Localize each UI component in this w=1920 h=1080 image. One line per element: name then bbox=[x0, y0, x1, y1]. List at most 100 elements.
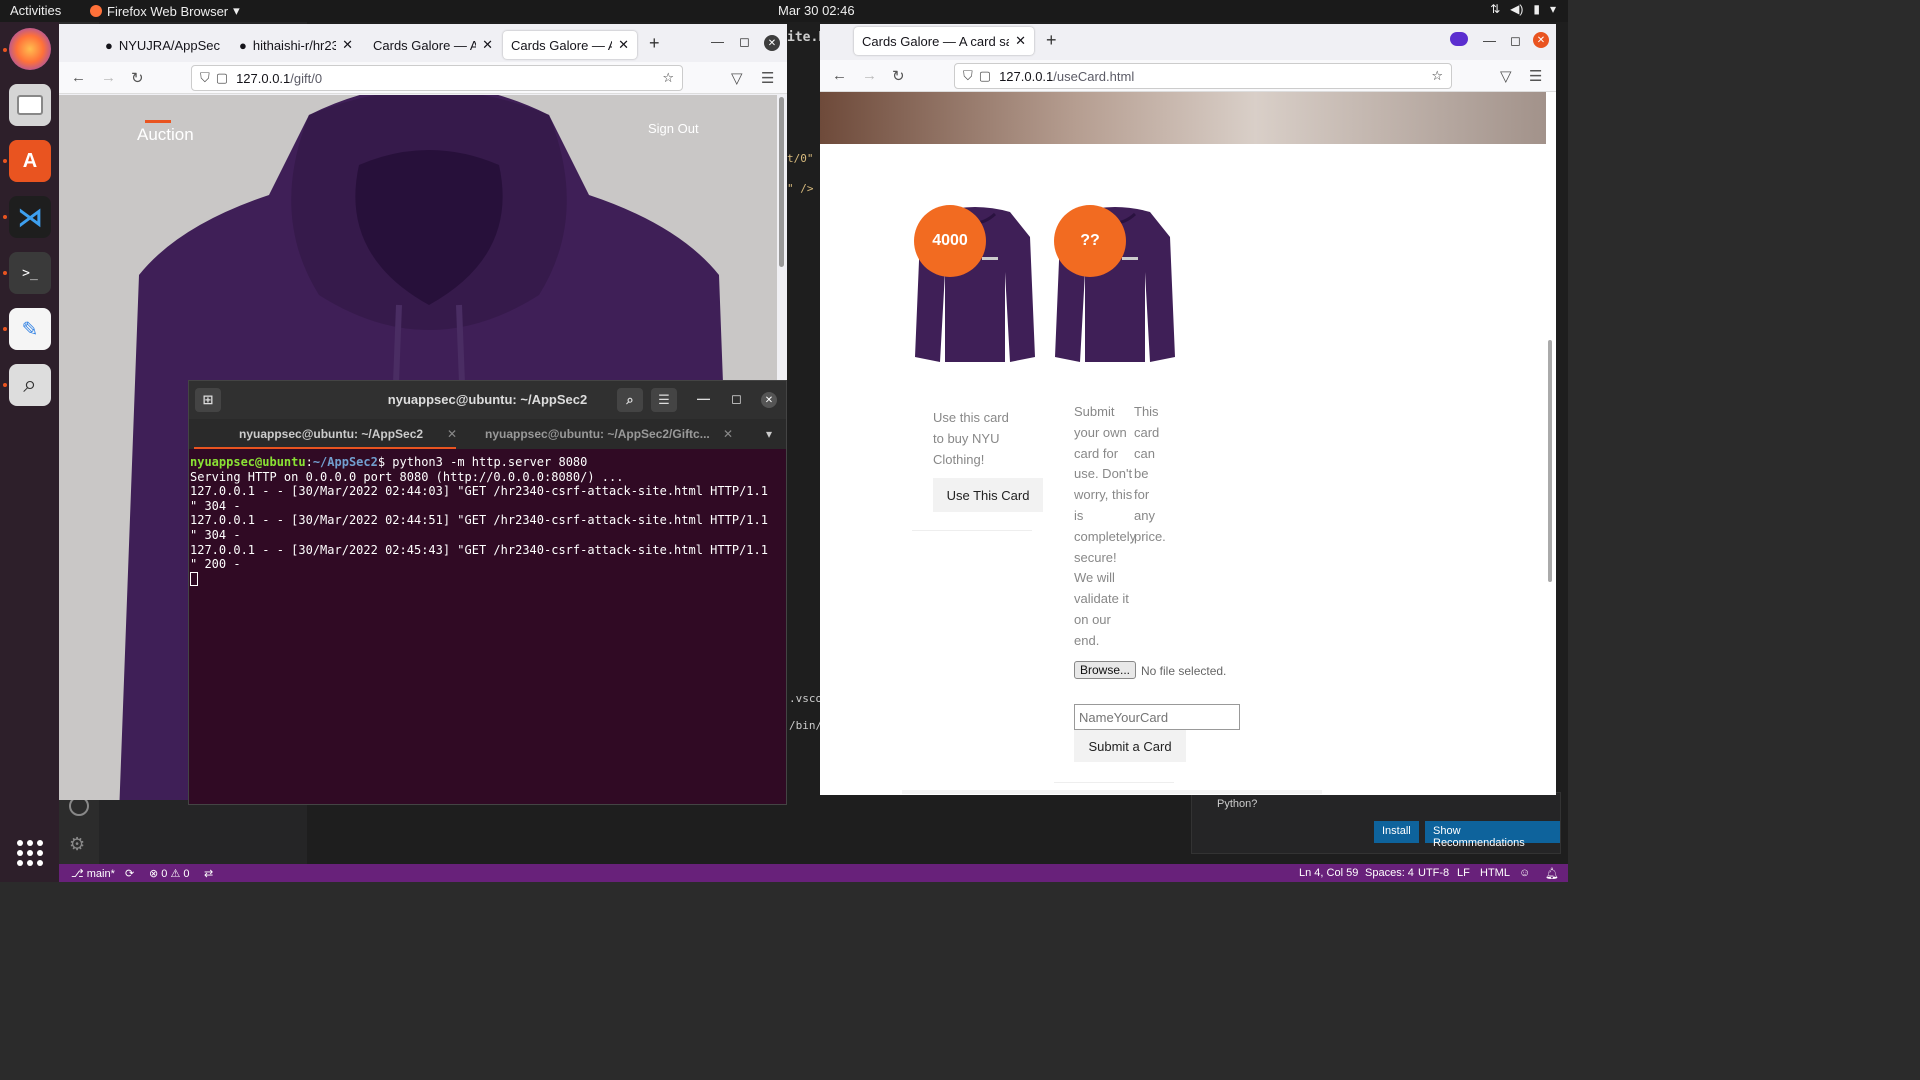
page-scrollbar[interactable] bbox=[1548, 340, 1552, 582]
navigation-bar: ← → ↻ ⛉ ▢ 127.0.0.1/useCard.html ☆ ▽ ☰ bbox=[820, 60, 1556, 92]
software-center-icon[interactable]: A bbox=[9, 140, 51, 182]
terminal-tab-2[interactable]: nyuappsec@ubuntu: ~/AppSec2/Giftc... bbox=[485, 427, 710, 441]
bookmark-star-icon[interactable]: ☆ bbox=[662, 70, 674, 86]
tab-github-nyujra[interactable]: ● NYUJRA/AppSec bbox=[97, 31, 229, 59]
forward-arrow-icon[interactable]: → bbox=[101, 69, 116, 86]
cursor-position[interactable]: Ln 4, Col 59 bbox=[1299, 867, 1358, 879]
shield-icon[interactable]: ⛉ bbox=[963, 68, 973, 84]
menu-icon[interactable]: ☰ bbox=[651, 388, 677, 412]
desc-line: card bbox=[1134, 424, 1160, 440]
maximize-icon[interactable]: ◻ bbox=[731, 391, 742, 407]
close-window-icon[interactable]: ✕ bbox=[761, 392, 777, 408]
desc-line: can bbox=[1134, 445, 1155, 461]
minimize-icon[interactable]: — bbox=[711, 34, 724, 49]
problems-status[interactable]: ⊗ 0 ⚠ 0 bbox=[149, 867, 189, 880]
firefox-icon[interactable] bbox=[9, 28, 51, 70]
brand-underline bbox=[145, 120, 171, 123]
hamburger-menu-icon[interactable]: ☰ bbox=[1529, 67, 1542, 85]
running-indicator bbox=[3, 48, 7, 52]
desc-line: worry, this bbox=[1074, 487, 1133, 503]
tab-cards-galore[interactable]: Cards Galore — A ca ✕ bbox=[365, 31, 501, 59]
bookmark-star-icon[interactable]: ☆ bbox=[1431, 68, 1443, 84]
output-line: 127.0.0.1 - - [30/Mar/2022 02:44:51] "GE… bbox=[190, 513, 768, 528]
new-tab-icon[interactable]: + bbox=[649, 33, 660, 54]
reload-icon[interactable]: ↻ bbox=[892, 67, 905, 85]
maximize-icon[interactable]: ◻ bbox=[739, 34, 750, 50]
shield-icon[interactable]: ⛉ bbox=[200, 70, 210, 86]
brand-auction-link[interactable]: Auction bbox=[137, 125, 194, 145]
desc-line: completely bbox=[1074, 528, 1137, 544]
vscode-icon[interactable]: ⋊ bbox=[9, 196, 51, 238]
feedback-icon[interactable]: ☺ bbox=[1519, 867, 1530, 879]
page-scrollbar[interactable] bbox=[779, 97, 784, 267]
encoding[interactable]: UTF-8 bbox=[1418, 867, 1449, 879]
close-window-icon[interactable]: ✕ bbox=[1533, 32, 1549, 48]
back-arrow-icon[interactable]: ← bbox=[832, 67, 847, 84]
hamburger-menu-icon[interactable]: ☰ bbox=[761, 69, 774, 87]
tab-close-icon[interactable]: ✕ bbox=[618, 37, 629, 53]
files-icon[interactable] bbox=[9, 84, 51, 126]
show-recommendations-button[interactable]: Show Recommendations bbox=[1425, 821, 1560, 849]
text-editor-icon[interactable]: ✎ bbox=[9, 308, 51, 350]
toast-question: Python? bbox=[1217, 798, 1258, 810]
url-bar[interactable]: ⛉ ▢ 127.0.0.1/gift/0 ☆ bbox=[191, 65, 683, 91]
running-indicator bbox=[3, 327, 7, 331]
system-tray[interactable]: ⇅ ◀) ▮ ▾ bbox=[1490, 2, 1556, 16]
search-icon[interactable]: ⌕ bbox=[617, 388, 643, 412]
use-this-card-button[interactable]: Use This Card bbox=[933, 478, 1043, 512]
back-arrow-icon[interactable]: ← bbox=[71, 69, 86, 86]
url-path: /useCard.html bbox=[1053, 68, 1135, 84]
line-ending[interactable]: LF bbox=[1457, 867, 1470, 879]
active-tab-indicator bbox=[194, 447, 456, 449]
terminal-icon[interactable]: >_ bbox=[9, 252, 51, 294]
terminal-tab-1[interactable]: nyuappsec@ubuntu: ~/AppSec2 bbox=[239, 427, 423, 441]
tabs-dropdown-icon[interactable]: ▾ bbox=[766, 427, 772, 441]
settings-gear-icon[interactable]: ⚙ bbox=[69, 834, 85, 855]
url-bar[interactable]: ⛉ ▢ 127.0.0.1/useCard.html ☆ bbox=[954, 63, 1452, 89]
terminal-peek-line: .vsco bbox=[789, 692, 823, 705]
tab-cards-galore-active[interactable]: Cards Galore — A ca ✕ bbox=[503, 31, 637, 59]
minimize-icon[interactable]: — bbox=[697, 391, 710, 406]
submit-card-button[interactable]: Submit a Card bbox=[1074, 730, 1186, 762]
reload-icon[interactable]: ↻ bbox=[131, 69, 144, 87]
private-browsing-icon bbox=[1450, 32, 1468, 46]
branch-status[interactable]: ⎇ main* bbox=[71, 867, 115, 880]
screenshot-magnifier-icon[interactable]: ⌕ bbox=[9, 364, 51, 406]
tab-close-icon[interactable]: ✕ bbox=[723, 427, 733, 441]
sync-icon[interactable]: ⟳ bbox=[125, 867, 134, 880]
app-menu[interactable]: Firefox Web Browser ▾ bbox=[90, 3, 240, 19]
tab-close-icon[interactable]: ✕ bbox=[447, 427, 457, 441]
live-share-icon[interactable]: ⇄ bbox=[204, 867, 213, 880]
file-browse-button[interactable]: Browse... bbox=[1074, 661, 1137, 679]
tab-close-icon[interactable]: ✕ bbox=[342, 37, 353, 53]
tab-github-hithaishi[interactable]: ● hithaishi-r/hr234 ✕ bbox=[231, 31, 361, 59]
maximize-icon[interactable]: ◻ bbox=[1510, 33, 1521, 49]
page-info-icon[interactable]: ▢ bbox=[979, 68, 991, 84]
indentation[interactable]: Spaces: 4 bbox=[1365, 867, 1414, 879]
code-peek-line: t/0" bbox=[787, 152, 814, 165]
activities-button[interactable]: Activities bbox=[10, 3, 61, 18]
new-tab-icon[interactable]: + bbox=[1046, 30, 1057, 51]
minimize-icon[interactable]: — bbox=[1483, 33, 1496, 48]
page-info-icon[interactable]: ▢ bbox=[216, 70, 228, 86]
sign-out-link[interactable]: Sign Out bbox=[648, 121, 699, 136]
tab-close-icon[interactable]: ✕ bbox=[1015, 33, 1026, 49]
notifications-icon[interactable]: 🔔︎ bbox=[1545, 867, 1559, 880]
desc-line: Use this card bbox=[933, 410, 1009, 425]
code-peek-line: " /> bbox=[787, 182, 814, 195]
tab-cards-galore-usecard[interactable]: Cards Galore — A card sale s ✕ bbox=[854, 27, 1034, 55]
url-host: 127.0.0.1 bbox=[236, 70, 291, 86]
language-mode[interactable]: HTML bbox=[1480, 867, 1510, 879]
show-applications-icon[interactable] bbox=[17, 840, 43, 866]
desc-line: validate it bbox=[1074, 591, 1129, 607]
tab-close-icon[interactable]: ✕ bbox=[482, 37, 493, 53]
running-indicator bbox=[3, 215, 7, 219]
install-button[interactable]: Install bbox=[1374, 821, 1419, 843]
close-window-icon[interactable]: ✕ bbox=[764, 35, 780, 51]
pocket-icon[interactable]: ▽ bbox=[1500, 67, 1512, 85]
forward-arrow-icon[interactable]: → bbox=[862, 67, 877, 84]
clock[interactable]: Mar 30 02:46 bbox=[778, 3, 855, 18]
terminal-output[interactable]: nyuappsec@ubuntu:~/AppSec2$ python3 -m h… bbox=[189, 455, 786, 586]
card-name-input[interactable] bbox=[1074, 704, 1240, 730]
pocket-icon[interactable]: ▽ bbox=[731, 69, 743, 87]
